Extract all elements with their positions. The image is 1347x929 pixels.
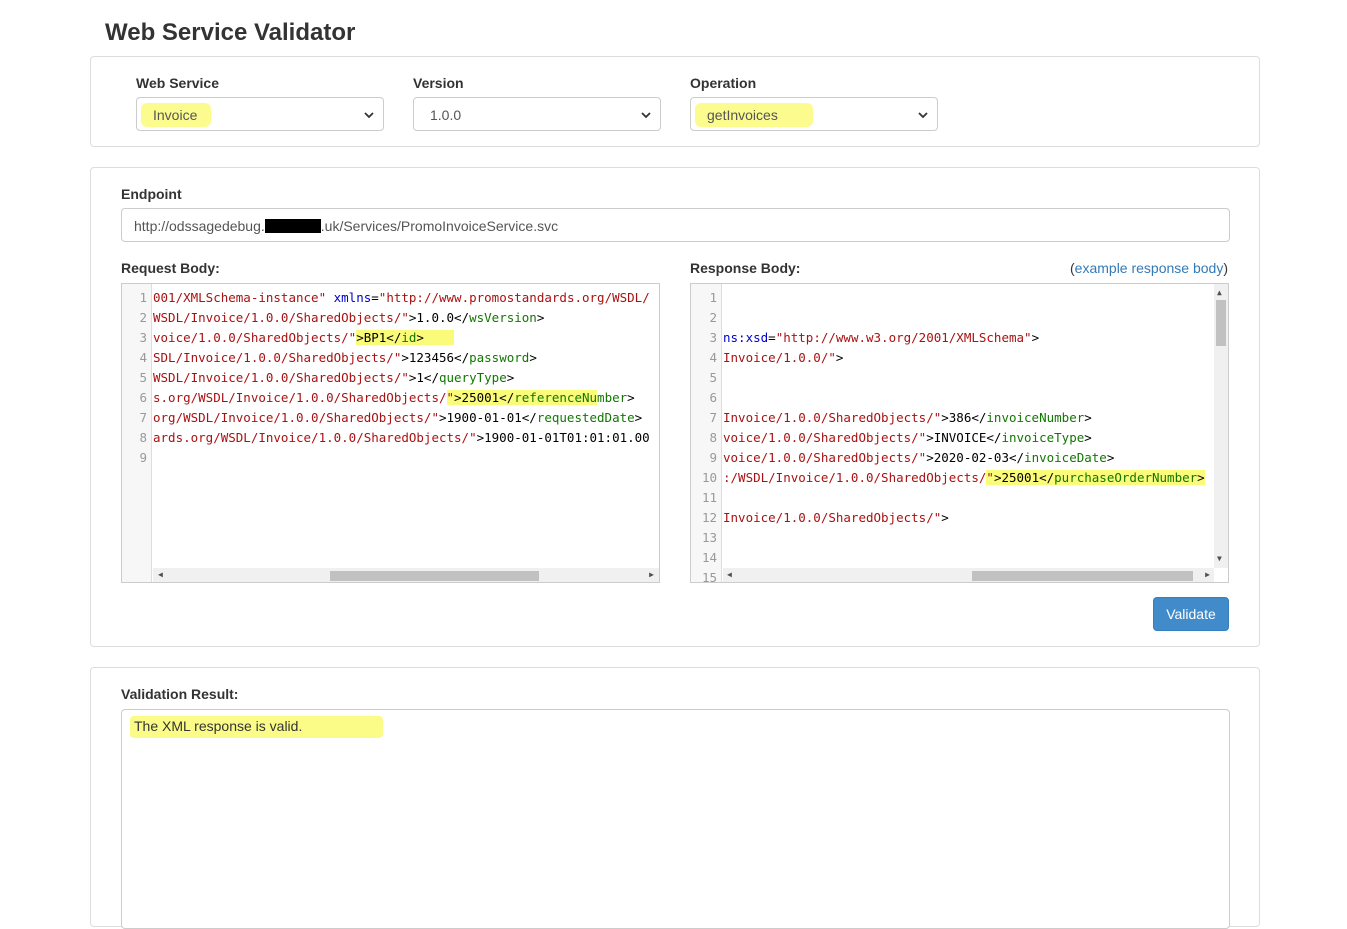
operation-label: Operation <box>690 75 757 91</box>
validation-result-message: The XML response is valid. <box>134 718 303 734</box>
response-code: ns:xsd="http://www.w3.org/2001/XMLSchema… <box>723 330 1205 525</box>
endpoint-label: Endpoint <box>121 186 182 202</box>
paren-close: ) <box>1223 260 1228 276</box>
response-body-label: Response Body: <box>690 260 801 276</box>
scroll-down-icon[interactable]: ▼ <box>1217 554 1222 564</box>
web-service-select[interactable]: Invoice <box>136 97 384 131</box>
response-body-editor[interactable]: 1 2 3 4 5 6 7 8 9 10 11 12 13 14 15 ns:x… <box>690 283 1229 583</box>
redacted-block <box>264 219 321 233</box>
page-title: Web Service Validator <box>105 19 356 46</box>
line-number: 4 <box>139 350 147 365</box>
line-number: 2 <box>709 310 717 325</box>
response-line-gutter: 1 2 3 4 5 6 7 8 9 10 11 12 13 14 15 <box>691 284 722 582</box>
line-number: 8 <box>709 430 717 445</box>
line-number: 7 <box>709 410 717 425</box>
service-selection-panel: Web Service Invoice Version 1.0.0 Operat… <box>90 56 1260 147</box>
scroll-thumb[interactable] <box>330 571 539 581</box>
web-service-label: Web Service <box>136 75 220 91</box>
scroll-thumb[interactable] <box>972 571 1193 581</box>
chevron-down-icon <box>364 112 374 119</box>
line-number: 15 <box>701 570 717 583</box>
chevron-down-icon <box>918 112 928 119</box>
scroll-right-icon[interactable]: ▶ <box>649 570 654 580</box>
line-number: 9 <box>709 450 717 465</box>
line-number: 9 <box>139 450 147 465</box>
line-number: 11 <box>701 490 717 505</box>
request-response-panel: Endpoint http://odssagedebug. .uk/Service… <box>90 167 1260 647</box>
scroll-thumb[interactable] <box>1216 300 1226 346</box>
request-line-gutter: 1 2 3 4 5 6 7 8 9 <box>122 284 152 582</box>
line-number: 10 <box>701 470 717 485</box>
line-number: 2 <box>139 310 147 325</box>
line-number: 6 <box>139 390 147 405</box>
version-value: 1.0.0 <box>430 107 462 123</box>
line-number: 13 <box>701 530 717 545</box>
request-body-editor[interactable]: 1 2 3 4 5 6 7 8 9 001/XMLSchema-instance… <box>121 283 660 583</box>
line-number: 3 <box>139 330 147 345</box>
endpoint-input[interactable]: http://odssagedebug. .uk/Services/PromoIn… <box>121 208 1230 242</box>
example-response-body-link[interactable]: example response body <box>1075 260 1224 276</box>
line-number: 5 <box>709 370 717 385</box>
response-vertical-scrollbar[interactable]: ▲ ▼ <box>1214 284 1228 568</box>
endpoint-url-suffix: .uk/Services/PromoInvoiceService.svc <box>320 218 559 234</box>
scroll-left-icon[interactable]: ◀ <box>158 570 163 580</box>
example-response-link-wrapper: (example response body) <box>1070 259 1228 277</box>
request-code: 001/XMLSchema-instance" xmlns="http://ww… <box>153 290 650 445</box>
validation-result-panel: Validation Result: The XML response is v… <box>90 667 1260 929</box>
operation-value: getInvoices <box>707 107 778 123</box>
validation-result-output[interactable]: The XML response is valid. <box>121 709 1230 929</box>
line-number: 5 <box>139 370 147 385</box>
line-number: 4 <box>709 350 717 365</box>
line-number: 7 <box>139 410 147 425</box>
scroll-left-icon[interactable]: ◀ <box>727 570 732 580</box>
endpoint-url-prefix: http://odssagedebug. <box>134 218 265 234</box>
validation-result-label: Validation Result: <box>121 686 239 702</box>
line-number: 1 <box>139 290 147 305</box>
validate-button[interactable]: Validate <box>1153 597 1229 631</box>
line-number: 12 <box>701 510 717 525</box>
line-number: 3 <box>709 330 717 345</box>
request-body-label: Request Body: <box>121 260 220 276</box>
chevron-down-icon <box>641 112 651 119</box>
operation-select[interactable]: getInvoices <box>690 97 938 131</box>
web-service-value: Invoice <box>153 107 198 123</box>
line-number: 8 <box>139 430 147 445</box>
version-select[interactable]: 1.0.0 <box>413 97 661 131</box>
scroll-right-icon[interactable]: ▶ <box>1205 570 1210 580</box>
response-horizontal-scrollbar[interactable]: ◀ ▶ <box>723 568 1214 582</box>
line-number: 14 <box>701 550 717 565</box>
line-number: 6 <box>709 390 717 405</box>
scroll-up-icon[interactable]: ▲ <box>1217 288 1222 298</box>
line-number: 1 <box>709 290 717 305</box>
request-horizontal-scrollbar[interactable]: ◀ ▶ <box>153 568 659 582</box>
version-label: Version <box>413 75 464 91</box>
